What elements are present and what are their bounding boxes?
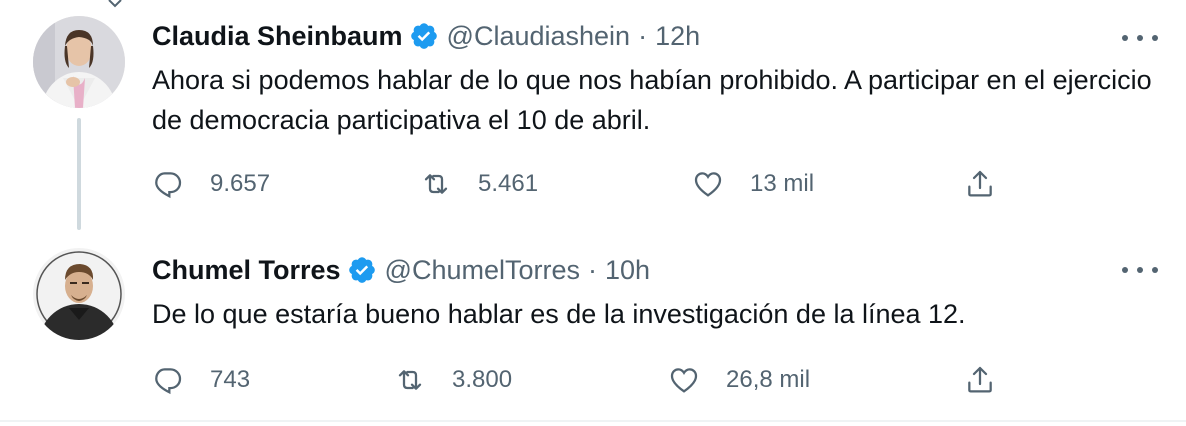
- share-button[interactable]: [964, 164, 996, 204]
- tweet-text: Ahora si podemos hablar de lo que nos ha…: [152, 65, 1152, 135]
- reply-button[interactable]: 9.657: [152, 164, 270, 204]
- like-button[interactable]: 26,8 mil: [668, 360, 810, 400]
- tweet-header: Chumel Torres @ChumelTorres · 10h: [152, 250, 650, 290]
- timestamp[interactable]: 12h: [655, 21, 700, 52]
- separator-dot: ·: [588, 254, 598, 285]
- tweet[interactable]: Chumel Torres @ChumelTorres · 10h De lo …: [0, 232, 1186, 422]
- reply-button[interactable]: 743: [152, 360, 250, 400]
- reply-count: 743: [210, 366, 251, 393]
- reply-icon: [155, 368, 182, 395]
- verified-badge-icon: [410, 23, 437, 49]
- user-handle[interactable]: @ChumelTorres: [385, 255, 580, 286]
- tweet[interactable]: Claudia Sheinbaum @Claudiashein · 12h Ah…: [0, 0, 1186, 232]
- retweet-icon: [424, 174, 448, 194]
- retweet-button[interactable]: 5.461: [420, 164, 538, 204]
- retweet-icon: [398, 370, 422, 390]
- reply-count: 9.657: [210, 170, 271, 197]
- retweet-button[interactable]: 3.800: [394, 360, 512, 400]
- tweet-actions: 9.657 5.461 13 mil: [152, 164, 1012, 204]
- tweet-actions: 743 3.800 26,8 mil: [152, 360, 1012, 400]
- display-name[interactable]: Chumel Torres: [152, 255, 341, 286]
- timeline-divider: [0, 420, 1186, 422]
- like-button[interactable]: 13 mil: [692, 164, 814, 204]
- avatar[interactable]: [33, 248, 125, 340]
- like-icon: [670, 368, 698, 393]
- tweet-text: De lo que estaría bueno hablar es de la …: [152, 299, 966, 329]
- avatar-image: [33, 248, 125, 340]
- like-count: 26,8 mil: [726, 366, 811, 393]
- share-icon: [968, 366, 992, 393]
- more-icon[interactable]: [1122, 258, 1158, 282]
- share-button[interactable]: [964, 360, 996, 400]
- tweet-header: Claudia Sheinbaum @Claudiashein · 12h: [152, 16, 700, 56]
- share-icon: [968, 170, 992, 197]
- separator-dot: ·: [638, 20, 648, 51]
- display-name[interactable]: Claudia Sheinbaum: [152, 21, 403, 52]
- verified-badge-icon: [348, 257, 375, 283]
- like-count: 13 mil: [750, 170, 815, 197]
- retweet-count: 5.461: [478, 170, 539, 197]
- like-icon: [694, 172, 722, 197]
- avatar[interactable]: [33, 16, 125, 108]
- reply-icon: [155, 172, 182, 199]
- more-icon[interactable]: [1122, 26, 1158, 50]
- retweet-count: 3.800: [452, 366, 513, 393]
- user-handle[interactable]: @Claudiashein: [447, 21, 631, 52]
- timestamp[interactable]: 10h: [605, 255, 650, 286]
- avatar-image: [33, 16, 125, 108]
- thread-connector-line: [77, 118, 81, 230]
